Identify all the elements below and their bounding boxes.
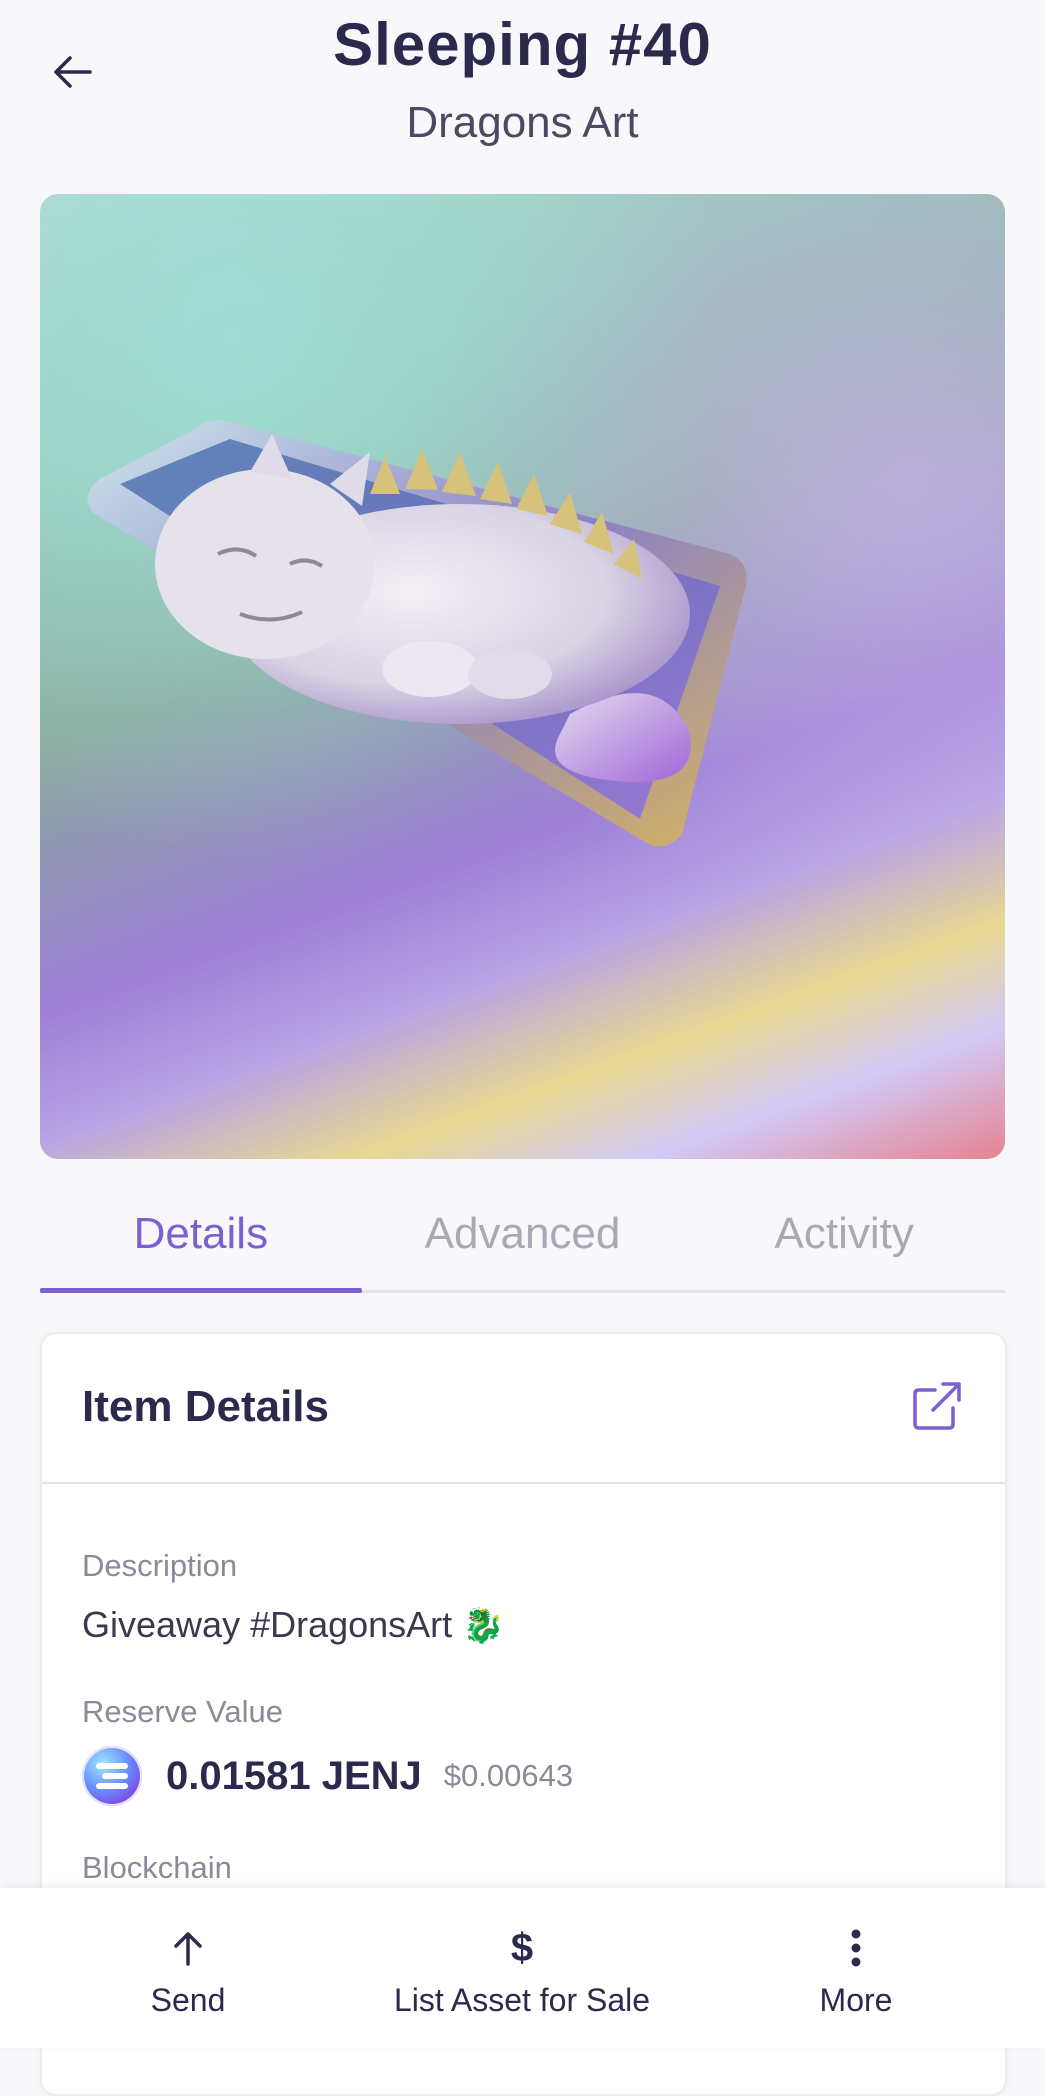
tab-advanced[interactable]: Advanced xyxy=(362,1195,684,1290)
description-value: Giveaway #DragonsArt 🐉 xyxy=(82,1604,505,1646)
page-header: Sleeping #40 Dragons Art xyxy=(0,0,1045,175)
list-asset-label: List Asset for Sale xyxy=(393,1982,651,2018)
reserve-value-label: Reserve Value xyxy=(82,1694,284,1729)
page-title: Sleeping #40 xyxy=(333,11,712,78)
more-vertical-icon xyxy=(850,1926,862,1970)
more-label: More xyxy=(819,1982,893,2018)
collection-name: Dragons Art xyxy=(406,98,639,147)
send-label: Send xyxy=(150,1982,226,2018)
card-title: Item Details xyxy=(82,1382,329,1431)
description-text: Giveaway #DragonsArt xyxy=(82,1604,453,1645)
tab-activity[interactable]: Activity xyxy=(683,1195,1005,1290)
send-button[interactable]: Send xyxy=(128,1888,248,2048)
reserve-value: 0.01581 JENJ $0.00643 xyxy=(82,1744,573,1808)
enjin-token-icon xyxy=(82,1746,142,1806)
arrow-up-icon xyxy=(168,1926,208,1970)
reserve-amount: 0.01581 JENJ xyxy=(166,1753,422,1798)
tab-details[interactable]: Details xyxy=(40,1195,362,1293)
external-link-icon xyxy=(913,1382,961,1430)
card-header: Item Details xyxy=(42,1334,1005,1484)
bottom-action-bar: Send $ List Asset for Sale More xyxy=(0,1888,1045,2048)
list-asset-for-sale-button[interactable]: $ List Asset for Sale xyxy=(382,1888,662,2048)
open-external-button[interactable] xyxy=(909,1378,965,1434)
reserve-usd-value: $0.00643 xyxy=(443,1758,574,1793)
nft-artwork[interactable] xyxy=(40,194,1005,1159)
description-label: Description xyxy=(82,1548,238,1583)
more-button[interactable]: More xyxy=(796,1888,916,2048)
blockchain-label: Blockchain xyxy=(82,1850,232,1885)
dollar-icon: $ xyxy=(510,1925,534,1970)
detail-tabs: Details Advanced Activity xyxy=(40,1195,1005,1293)
dragon-artwork-illustration xyxy=(87,420,747,847)
dragon-emoji-icon: 🐉 xyxy=(462,1607,505,1645)
